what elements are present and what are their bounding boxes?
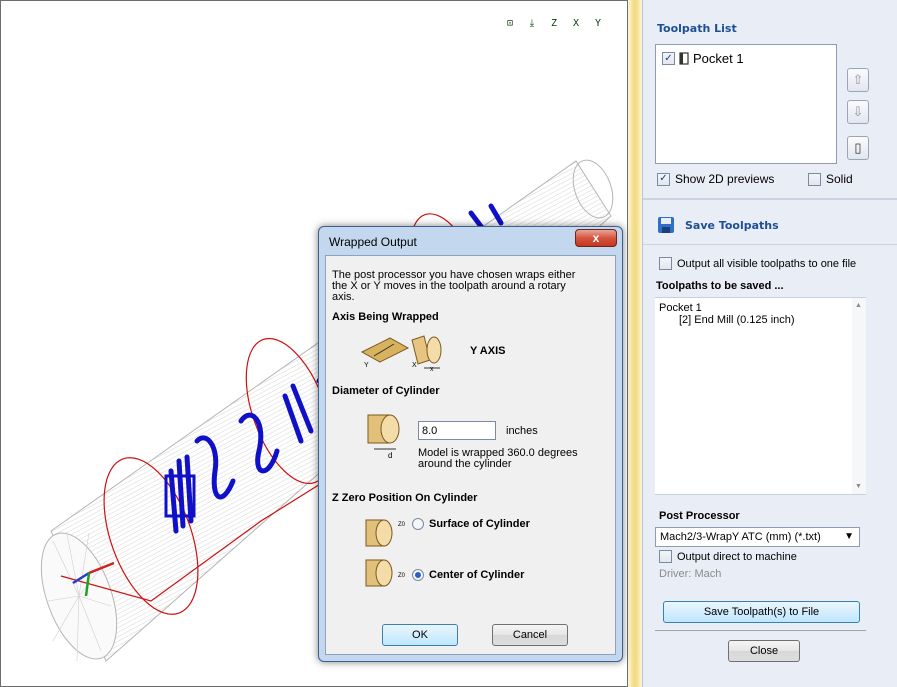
z0-label: Z0 [398, 522, 406, 528]
view-side-y-icon[interactable]: Y [588, 13, 608, 33]
close-icon: x [592, 231, 600, 245]
wrapped-output-dialog: Wrapped Output x The post processor you … [318, 226, 623, 662]
toolpath-name: Pocket 1 [693, 51, 744, 66]
move-up-button[interactable]: ⇧ [847, 68, 869, 92]
axis-value: Y AXIS [470, 345, 506, 357]
ok-button[interactable]: OK [382, 624, 458, 646]
view-iso-icon[interactable]: ⤓ [522, 13, 542, 33]
dialog-title: Wrapped Output [329, 235, 417, 249]
toolpath-list[interactable]: ✓ Pocket 1 [655, 44, 837, 164]
list-item: Pocket 1 [659, 302, 702, 314]
surface-option-label: Surface of Cylinder [429, 518, 530, 530]
output-all-label: Output all visible toolpaths to one file [677, 257, 857, 270]
scrollbar[interactable]: ▲ ▼ [852, 298, 866, 494]
solid-checkbox[interactable] [808, 172, 821, 186]
dialog-body: The post processor you have chosen wraps… [325, 255, 616, 655]
wrap-note: Model is wrapped 360.0 degrees around th… [418, 448, 578, 470]
center-radio[interactable] [412, 569, 424, 581]
list-item: [2] End Mill (0.125 inch) [679, 314, 795, 326]
section-divider [643, 198, 897, 200]
post-processor-title: Post Processor [659, 510, 740, 522]
surface-option-row[interactable]: Surface of Cylinder [412, 518, 530, 530]
toolpath-visible-checkbox[interactable]: ✓ [662, 52, 675, 65]
output-direct-row[interactable]: Output direct to machine [659, 550, 797, 563]
axis-heading: Axis Being Wrapped [332, 311, 439, 323]
trash-icon: ▯ [854, 140, 862, 155]
axis-icon-x-label: X [412, 362, 417, 369]
description-line: axis. [332, 291, 355, 303]
cancel-button[interactable]: Cancel [492, 624, 568, 646]
cylinder-surface-icon [365, 519, 393, 547]
dialog-close-button[interactable]: x [575, 229, 617, 247]
show-2d-previews-label: Show 2D previews [675, 172, 775, 186]
saved-toolpaths-list[interactable]: Pocket 1 [2] End Mill (0.125 inch) ▲ ▼ [655, 297, 866, 495]
view-toolbar: ⊡ ⤓ Z X Y [500, 13, 608, 33]
axis-icon-x2-label: x [430, 366, 434, 373]
center-option-row[interactable]: Center of Cylinder [412, 569, 524, 581]
save-toolpaths-header: Save Toolpaths [657, 216, 779, 234]
output-all-row[interactable]: Output all visible toolpaths to one file [659, 257, 856, 270]
output-all-checkbox[interactable] [659, 257, 672, 270]
output-direct-checkbox[interactable] [659, 550, 672, 563]
diameter-input[interactable] [418, 421, 496, 440]
arrow-up-icon: ⇧ [852, 72, 864, 87]
toolpath-list-title: Toolpath List [657, 22, 737, 35]
axis-icon-y-label: Y [364, 362, 369, 369]
list-item[interactable]: ✓ Pocket 1 [662, 51, 744, 66]
to-be-saved-title: Toolpaths to be saved ... [656, 280, 784, 292]
view-top-z-icon[interactable]: Z [544, 13, 564, 33]
z0-label: Z0 [398, 573, 406, 579]
toolpath-panel: Toolpath List ✓ Pocket 1 ⇧ ⇩ ▯ ✓ Show 2D… [642, 0, 897, 687]
view-front-x-icon[interactable]: X [566, 13, 586, 33]
z-zero-heading: Z Zero Position On Cylinder [332, 492, 478, 504]
wrap-note-line: around the cylinder [418, 458, 512, 470]
diameter-unit: inches [506, 425, 538, 437]
diameter-heading: Diameter of Cylinder [332, 385, 440, 397]
floppy-disk-icon [658, 217, 674, 233]
post-processor-value: Mach2/3-WrapY ATC (mm) (*.txt) [660, 531, 821, 543]
chevron-down-icon: ▼ [844, 531, 854, 542]
center-option-label: Center of Cylinder [429, 569, 525, 581]
cylinder-diameter-icon [367, 414, 400, 450]
view-fit-icon[interactable]: ⊡ [500, 13, 520, 33]
save-toolpaths-title: Save Toolpaths [685, 218, 779, 232]
output-direct-label: Output direct to machine [677, 550, 797, 563]
solid-row[interactable]: Solid [808, 172, 853, 186]
close-button[interactable]: Close [728, 640, 800, 662]
save-toolpaths-button[interactable]: Save Toolpath(s) to File [663, 601, 860, 623]
surface-radio[interactable] [412, 518, 424, 530]
section-divider [655, 630, 866, 631]
toolpath-pocket-icon [679, 52, 689, 65]
scroll-up-icon[interactable]: ▲ [855, 302, 862, 309]
axis-wrap-icon [360, 335, 442, 369]
solid-label: Solid [826, 172, 853, 186]
arrow-down-icon: ⇩ [852, 104, 864, 119]
panel-splitter[interactable] [628, 0, 642, 687]
show-2d-previews-row[interactable]: ✓ Show 2D previews [657, 172, 774, 186]
description-line: the X or Y moves in the toolpath around … [332, 280, 566, 292]
diameter-icon-label: d [388, 451, 393, 460]
cylinder-center-icon [365, 559, 393, 587]
post-processor-select[interactable]: Mach2/3-WrapY ATC (mm) (*.txt) ▼ [655, 527, 860, 547]
show-2d-previews-checkbox[interactable]: ✓ [657, 172, 670, 186]
delete-toolpath-button[interactable]: ▯ [847, 136, 869, 160]
section-divider [643, 244, 897, 245]
driver-label: Driver: Mach [659, 568, 722, 580]
dialog-description: The post processor you have chosen wraps… [332, 270, 575, 303]
scroll-down-icon[interactable]: ▼ [855, 483, 862, 490]
move-down-button[interactable]: ⇩ [847, 100, 869, 124]
